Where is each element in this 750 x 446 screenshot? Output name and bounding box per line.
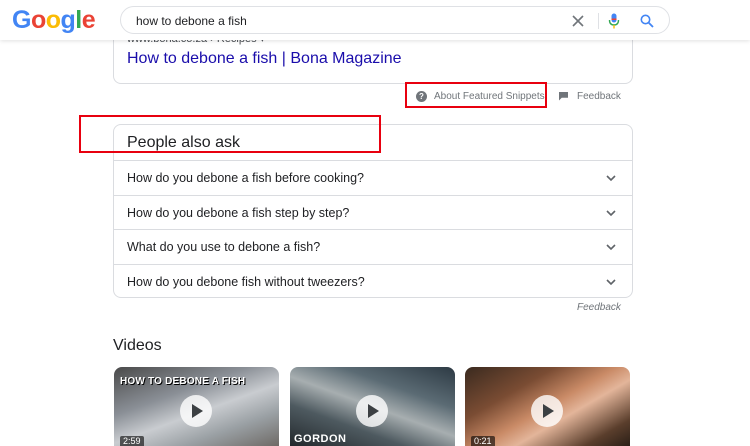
people-also-ask-title: People also ask [127, 134, 240, 151]
close-icon[interactable] [568, 11, 588, 31]
snippet-feedback-label: Feedback [577, 90, 621, 102]
search-input[interactable] [136, 11, 566, 31]
chevron-down-icon [606, 175, 616, 182]
paa-question[interactable]: What do you use to debone a fish? [114, 229, 632, 264]
google-logo[interactable]: Google [12, 6, 96, 34]
video-duration: 2:59 [120, 436, 144, 446]
chevron-down-icon [606, 210, 616, 217]
paa-question-text: How do you debone a fish before cooking? [127, 171, 364, 185]
video-duration: 0:21 [471, 436, 495, 446]
search-icon[interactable] [637, 11, 657, 31]
play-icon [531, 395, 563, 427]
logo-letter: g [60, 6, 76, 34]
video-thumbnail[interactable]: 0:21 [465, 367, 630, 446]
video-overlay-text: HOW TO DEBONE A FISH [120, 376, 246, 387]
paa-question[interactable]: How do you debone a fish before cooking? [114, 160, 632, 195]
play-icon [356, 395, 388, 427]
result-title-link[interactable]: How to debone a fish | Bona Magazine [127, 50, 402, 68]
chevron-down-icon [606, 279, 616, 286]
paa-question[interactable]: How do you debone a fish step by step? [114, 195, 632, 230]
search-divider [598, 13, 599, 29]
top-bar: Google [0, 0, 750, 40]
paa-question-text: What do you use to debone a fish? [127, 240, 321, 254]
video-thumbnail[interactable]: HOW TO DEBONE A FISH 2:59 [114, 367, 279, 446]
logo-letter: G [12, 6, 31, 34]
chevron-down-icon [606, 244, 616, 251]
paa-question[interactable]: How do you debone fish without tweezers? [114, 264, 632, 299]
snippet-feedback-link[interactable]: Feedback [559, 86, 621, 106]
feedback-icon [559, 91, 568, 101]
paa-question-text: How do you debone a fish step by step? [127, 206, 350, 220]
search-box [120, 6, 670, 34]
play-icon [180, 395, 212, 427]
people-also-ask: People also ask How do you debone a fish… [113, 124, 633, 298]
logo-letter: o [45, 6, 61, 34]
paa-question-text: How do you debone fish without tweezers? [127, 275, 365, 289]
about-featured-snippets-label: About Featured Snippets [434, 90, 545, 102]
logo-letter: o [30, 6, 46, 34]
paa-feedback-link[interactable]: Feedback [577, 302, 621, 313]
logo-letter: e [81, 6, 96, 34]
question-icon: ? [416, 90, 427, 102]
video-overlay-text: GORDON [294, 433, 347, 445]
mic-icon[interactable] [604, 11, 624, 31]
about-featured-snippets[interactable]: ? About Featured Snippets [410, 86, 545, 106]
videos-heading: Videos [113, 337, 162, 354]
video-thumbnail[interactable]: GORDON [290, 367, 455, 446]
